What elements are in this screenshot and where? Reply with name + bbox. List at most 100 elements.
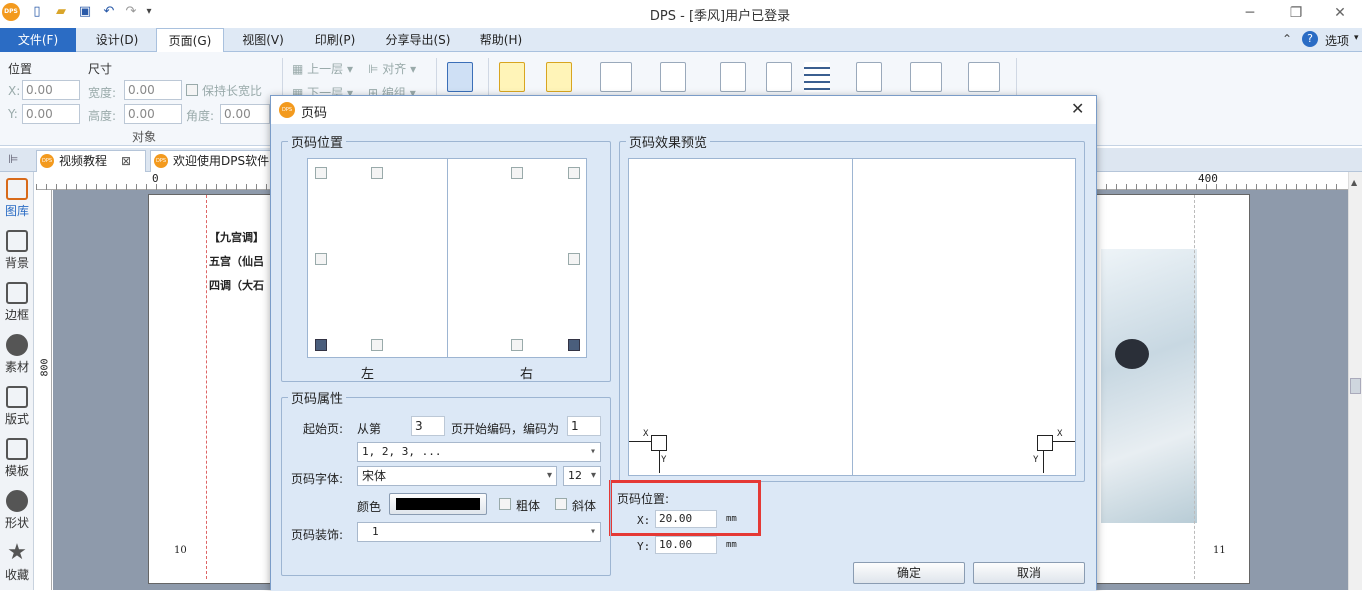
layout-grid-icon[interactable] xyxy=(910,62,942,92)
width-input[interactable]: 0.00 xyxy=(124,80,182,100)
y-position-input[interactable]: 10.00 xyxy=(655,536,717,554)
dps-logo-icon: DPS xyxy=(40,154,54,168)
keep-ratio-checkbox[interactable] xyxy=(186,84,198,96)
tab-view[interactable]: 视图(V) xyxy=(230,28,296,52)
vertical-scrollbar[interactable]: ▲ xyxy=(1348,172,1362,590)
scroll-up-icon[interactable]: ▲ xyxy=(1351,178,1357,187)
collapse-ribbon-icon[interactable]: ⌃ xyxy=(1282,32,1292,46)
ruler-label: 0 xyxy=(152,172,159,185)
position-bottom-left-outer-checkbox[interactable] xyxy=(315,339,327,351)
book-view-icon[interactable] xyxy=(968,62,1000,92)
copy-page-icon[interactable] xyxy=(660,62,686,92)
customize-quickaccess-icon[interactable]: ▾ xyxy=(140,3,158,21)
cancel-button[interactable]: 取消 xyxy=(973,562,1085,584)
page-size-icon[interactable] xyxy=(856,62,882,92)
template-tool[interactable]: 模板 xyxy=(2,434,32,486)
position-top-right-outer-checkbox[interactable] xyxy=(568,167,580,179)
save-icon[interactable]: ▣ xyxy=(76,3,94,21)
gallery-tool[interactable]: 图库 xyxy=(2,174,32,226)
open-folder-icon[interactable]: ▰ xyxy=(52,3,70,21)
tab-page[interactable]: 页面(G) xyxy=(156,28,224,53)
redo-icon[interactable]: ↷ xyxy=(122,3,140,21)
options-menu[interactable]: 选项 xyxy=(1325,32,1349,49)
help-icon[interactable]: ? xyxy=(1302,31,1318,47)
position-top-right-inner-checkbox[interactable] xyxy=(511,167,523,179)
scroll-thumb[interactable] xyxy=(1350,378,1361,394)
dialog-title-bar: DPS 页码 ✕ xyxy=(271,96,1096,124)
vertical-ruler: 800 xyxy=(36,190,52,590)
position-middle-left-checkbox[interactable] xyxy=(315,253,327,265)
position-bottom-right-inner-checkbox[interactable] xyxy=(511,339,523,351)
doc-tab-video-tutorial[interactable]: DPS 视频教程 ⊠ xyxy=(36,150,146,172)
color-picker-button[interactable] xyxy=(389,493,487,515)
y-label: Y: xyxy=(8,107,18,121)
move-page-icon[interactable] xyxy=(600,62,632,92)
border-tool[interactable]: 边框 xyxy=(2,278,32,330)
start-page-input[interactable]: 3 xyxy=(411,416,445,436)
delete-page-icon[interactable] xyxy=(546,62,572,92)
x-position-input[interactable]: 20.00 xyxy=(655,510,717,528)
tab-help[interactable]: 帮助(H) xyxy=(468,28,534,52)
decoration-select[interactable]: 1 xyxy=(357,522,601,542)
tab-design[interactable]: 设计(D) xyxy=(84,28,150,52)
keep-ratio-label: 保持长宽比 xyxy=(202,84,263,98)
favorites-tool[interactable]: ★ 收藏 xyxy=(2,538,32,590)
undo-icon[interactable]: ↶ xyxy=(100,3,118,21)
tool-label: 收藏 xyxy=(4,568,29,582)
doc-tab-label: 视频教程 xyxy=(59,154,108,168)
angle-input[interactable]: 0.00 xyxy=(220,104,270,124)
insert-page-icon[interactable] xyxy=(720,62,746,92)
page-number-icon[interactable] xyxy=(766,62,792,92)
height-input[interactable]: 0.00 xyxy=(124,104,182,124)
left-toolbar: 图库 背景 边框 素材 版式 模板 形状 ★ 收藏 xyxy=(0,172,34,590)
font-size-select[interactable]: 12 xyxy=(563,466,601,486)
position-label: 位置 xyxy=(8,62,33,76)
material-icon xyxy=(6,334,28,356)
dialog-close-icon[interactable]: ✕ xyxy=(1071,99,1084,118)
close-tab-icon[interactable]: ⊠ xyxy=(121,151,131,171)
italic-label: 斜体 xyxy=(572,499,597,513)
color-swatch xyxy=(396,498,480,510)
material-tool[interactable]: 素材 xyxy=(2,330,32,382)
margin-guide xyxy=(206,195,207,579)
new-file-icon[interactable]: ▯ xyxy=(28,3,46,21)
height-label: 高度: xyxy=(88,109,117,123)
position-middle-right-checkbox[interactable] xyxy=(568,253,580,265)
panel-toggle-icon[interactable]: ⊫ xyxy=(8,152,18,166)
number-format-select[interactable]: 1, 2, 3, ... xyxy=(357,442,601,462)
background-tool[interactable]: 背景 xyxy=(2,226,32,278)
position-bottom-left-inner-checkbox[interactable] xyxy=(371,339,383,351)
restore-icon[interactable]: ❐ xyxy=(1276,2,1316,24)
list-icon[interactable] xyxy=(804,62,830,92)
start-page-label: 起始页: xyxy=(303,422,344,436)
ok-button[interactable]: 确定 xyxy=(853,562,965,584)
tab-share-export[interactable]: 分享导出(S) xyxy=(376,28,460,52)
minimize-icon[interactable]: ─ xyxy=(1230,2,1270,24)
start-number-input[interactable]: 1 xyxy=(567,416,601,436)
align-button[interactable]: ⊫ 对齐 ▾ xyxy=(368,60,416,77)
position-bottom-right-outer-checkbox[interactable] xyxy=(568,339,580,351)
shape-tool[interactable]: 形状 xyxy=(2,486,32,538)
bold-checkbox[interactable] xyxy=(499,498,511,510)
y-position-input[interactable]: 0.00 xyxy=(22,104,80,124)
shape-icon xyxy=(6,490,28,512)
dialog-title: 页码 xyxy=(301,106,328,121)
font-select[interactable]: 宋体 xyxy=(357,466,557,486)
italic-checkbox[interactable] xyxy=(555,498,567,510)
x-label: X: xyxy=(8,84,21,98)
position-top-left-outer-checkbox[interactable] xyxy=(315,167,327,179)
add-page-icon[interactable] xyxy=(499,62,525,92)
close-icon[interactable]: ✕ xyxy=(1320,2,1360,24)
tab-file[interactable]: 文件(F) xyxy=(0,28,76,52)
preview-area: X Y X Y xyxy=(628,158,1076,476)
layout-tool[interactable]: 版式 xyxy=(2,382,32,434)
illustration-image[interactable] xyxy=(1101,249,1197,523)
up-layer-button[interactable]: ▦ 上一层 ▾ xyxy=(292,60,353,77)
position-top-left-inner-checkbox[interactable] xyxy=(371,167,383,179)
tab-print[interactable]: 印刷(P) xyxy=(302,28,368,52)
options-dropdown-icon[interactable]: ▾ xyxy=(1354,33,1359,43)
dps-logo-icon: DPS xyxy=(279,102,295,118)
x-position-input[interactable]: 0.00 xyxy=(22,80,80,100)
page-style-icon[interactable] xyxy=(447,62,473,92)
doc-tab-welcome[interactable]: DPS 欢迎使用DPS软件 xyxy=(150,150,272,172)
